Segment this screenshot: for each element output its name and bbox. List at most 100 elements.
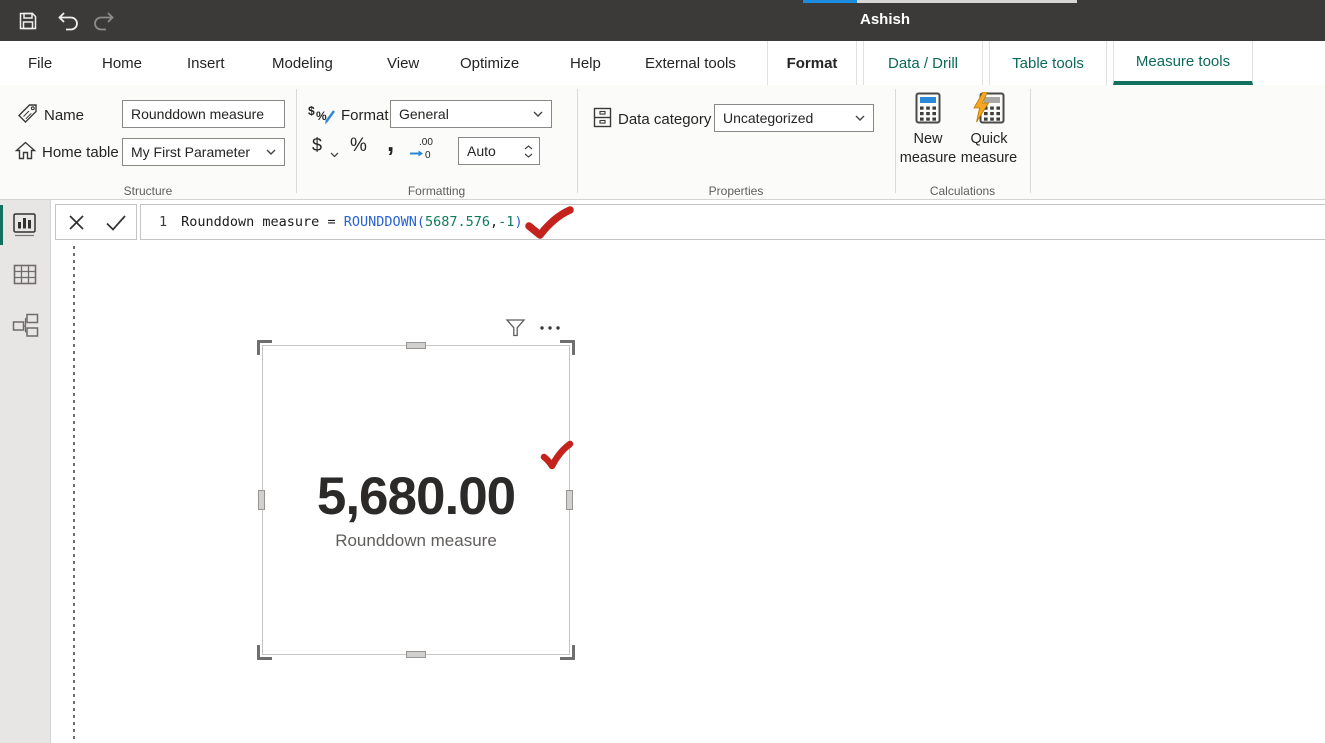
card-value: 5,680.00 [262, 466, 570, 527]
tab-file[interactable]: File [28, 41, 52, 85]
resize-handle-top-right[interactable] [560, 340, 575, 355]
decimal-auto-spinner[interactable]: Auto [458, 137, 540, 165]
group-separator [296, 89, 297, 193]
spinner-up-icon[interactable] [524, 145, 533, 150]
tag-icon [16, 102, 39, 130]
svg-text:.00: .00 [419, 137, 433, 148]
tab-format[interactable]: Format [767, 41, 857, 85]
data-category-label: Data category [618, 111, 711, 128]
more-options-icon [538, 324, 562, 332]
home-table-select[interactable]: My First Parameter [122, 138, 285, 166]
resize-handle-top[interactable] [406, 342, 426, 349]
tab-measure-tools[interactable]: Measure tools [1113, 41, 1253, 85]
structure-group-label: Structure [0, 184, 296, 198]
formula-measure-text: Rounddown measure = [181, 214, 344, 230]
ribbon: Name Home table My First Parameter Struc… [0, 85, 1325, 200]
window-title: Ashish [860, 11, 910, 28]
percent-button[interactable]: % [350, 135, 367, 157]
resize-handle-bottom[interactable] [406, 651, 426, 658]
tab-external-tools[interactable]: External tools [645, 41, 736, 85]
redo-icon [92, 10, 116, 32]
calculator-icon [915, 92, 941, 124]
contextual-tabs: Format Data / Drill Table tools Measure … [767, 41, 1253, 85]
currency-button[interactable]: $ [312, 135, 322, 156]
name-label: Name [44, 107, 84, 124]
quick-calculator-bolt-icon [973, 92, 1005, 124]
currency-dropdown-chevron[interactable] [330, 145, 339, 163]
tab-data-drill[interactable]: Data / Drill [863, 41, 983, 85]
dollar-icon: $ [312, 135, 322, 155]
formula-input[interactable]: 1 Rounddown measure = ROUNDDOWN(5687.576… [141, 214, 523, 230]
data-category-icon [592, 106, 613, 134]
format-label: Format [341, 107, 389, 124]
filter-funnel-icon [505, 318, 526, 338]
new-measure-label: New measure [898, 130, 958, 168]
report-view-icon [12, 212, 38, 238]
visual-more-options-button[interactable] [538, 324, 562, 332]
powerbi-window: Ashish File Home Insert Modeling View Op… [0, 0, 1325, 743]
tab-modeling[interactable]: Modeling [272, 41, 333, 85]
resize-handle-bottom-right[interactable] [560, 645, 575, 660]
tab-table-tools[interactable]: Table tools [989, 41, 1107, 85]
group-separator [577, 89, 578, 193]
top-accent-blue-strip [803, 0, 857, 3]
save-button[interactable] [16, 9, 40, 33]
resize-handle-left[interactable] [258, 490, 265, 510]
quick-measure-button[interactable]: Quick measure [959, 92, 1019, 182]
formula-arg-digits: -1 [498, 214, 514, 230]
chevron-down-icon [533, 111, 543, 117]
format-pencil-icon: $ % [308, 102, 336, 131]
visual-filter-button[interactable] [505, 318, 526, 338]
svg-text:$: $ [308, 104, 315, 118]
home-icon [14, 140, 37, 166]
format-select[interactable]: General [390, 100, 552, 128]
resize-handle-bottom-left[interactable] [257, 645, 272, 660]
resize-handle-top-left[interactable] [257, 340, 272, 355]
tab-home[interactable]: Home [102, 41, 142, 85]
tab-help[interactable]: Help [570, 41, 601, 85]
percent-icon: % [350, 135, 367, 156]
home-table-label: Home table [42, 144, 119, 161]
formatting-group-label: Formatting [296, 184, 577, 198]
undo-button[interactable] [56, 9, 80, 33]
checkmark-icon [105, 214, 127, 231]
cancel-formula-button[interactable] [61, 207, 91, 237]
resize-handle-right[interactable] [566, 490, 573, 510]
card-title: Rounddown measure [262, 531, 570, 551]
group-separator [1030, 89, 1031, 193]
comma-icon: , [387, 127, 394, 157]
visual-header-tools [505, 318, 562, 338]
properties-group-label: Properties [577, 184, 895, 198]
thousands-separator-button[interactable]: , [387, 127, 394, 158]
title-bar: Ashish [0, 0, 1325, 41]
report-page-boundary [73, 246, 75, 743]
sidebar-item-report-view[interactable] [0, 203, 50, 247]
decimal-places-button[interactable]: .00 0 [408, 135, 435, 165]
tab-insert[interactable]: Insert [187, 41, 225, 85]
chevron-down-icon [330, 152, 339, 158]
sidebar-item-model-view[interactable] [0, 303, 50, 347]
formula-bar-buttons [55, 204, 137, 240]
sidebar-divider [50, 200, 51, 743]
data-view-icon [13, 264, 37, 285]
svg-text:0: 0 [425, 150, 431, 160]
redo-button[interactable] [92, 9, 116, 33]
top-accent-light-strip [857, 0, 1077, 3]
sidebar-item-data-view[interactable] [0, 252, 50, 296]
commit-formula-button[interactable] [101, 207, 131, 237]
formula-arg-number: 5687.576 [425, 214, 490, 230]
measure-name-input[interactable] [122, 100, 285, 128]
data-category-select[interactable]: Uncategorized [714, 104, 874, 132]
chevron-down-icon [266, 149, 276, 155]
formula-function: ROUNDDOWN [344, 214, 417, 230]
formula-bar: 1 Rounddown measure = ROUNDDOWN(5687.576… [140, 204, 1325, 240]
calculations-group-label: Calculations [895, 184, 1030, 198]
quick-measure-label: Quick measure [959, 130, 1019, 168]
tab-view[interactable]: View [387, 41, 419, 85]
new-measure-button[interactable]: New measure [898, 92, 958, 182]
spinner-down-icon[interactable] [524, 153, 533, 158]
tab-optimize[interactable]: Optimize [460, 41, 519, 85]
save-icon [17, 10, 39, 32]
undo-icon [56, 10, 80, 32]
chevron-down-icon [855, 115, 865, 121]
